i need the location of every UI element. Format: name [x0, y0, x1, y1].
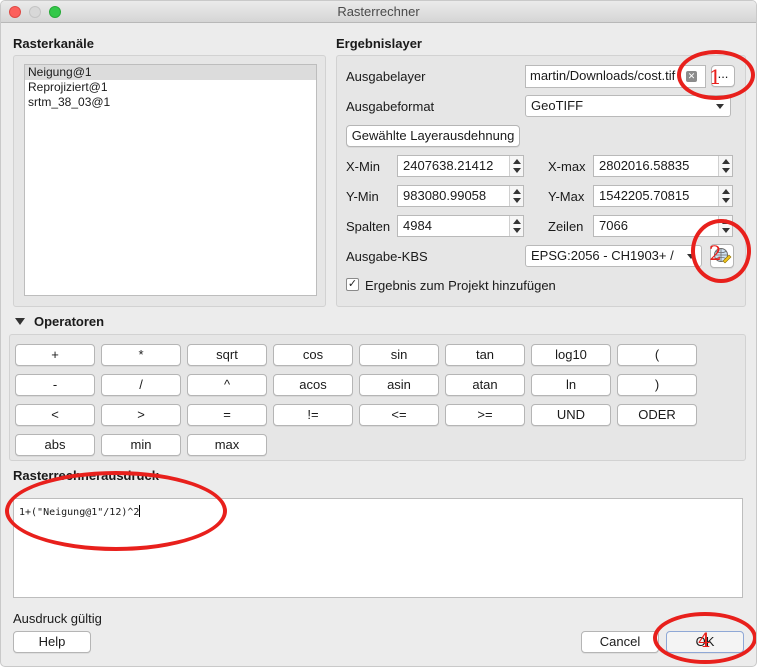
selected-layer-extent-button[interactable]: Gewählte Layerausdehnung [346, 125, 520, 147]
add-to-project-label: Ergebnis zum Projekt hinzufügen [365, 278, 556, 293]
operator-button[interactable]: ) [617, 374, 697, 396]
columns-value: 4984 [403, 218, 432, 233]
list-item[interactable]: srtm_38_03@1 [25, 95, 316, 110]
chevron-down-icon [716, 104, 724, 109]
xmax-spinbox[interactable]: 2802016.58835 [593, 155, 733, 177]
annotation-number-2: 2 [709, 241, 722, 265]
expression-status: Ausdruck gültig [13, 611, 102, 626]
operator-button[interactable]: abs [15, 434, 95, 456]
result-layer-heading: Ergebnislayer [336, 36, 422, 51]
output-crs-select[interactable]: EPSG:2056 - CH1903+ / [525, 245, 702, 267]
columns-spinbox[interactable]: 4984 [397, 215, 524, 237]
xmin-value: 2407638.21412 [403, 158, 494, 173]
operator-button[interactable]: ODER [617, 404, 697, 426]
operator-button[interactable]: sin [359, 344, 439, 366]
operator-button[interactable]: >= [445, 404, 525, 426]
operators-heading: Operatoren [34, 314, 105, 329]
help-button[interactable]: Help [13, 631, 91, 653]
operator-button[interactable]: min [101, 434, 181, 456]
output-crs-label: Ausgabe-KBS [346, 249, 428, 264]
annotation-number-4: 4 [698, 628, 711, 652]
spin-arrows-icon[interactable] [718, 156, 732, 176]
operator-button[interactable]: log10 [531, 344, 611, 366]
spin-arrows-icon[interactable] [509, 186, 523, 206]
operator-button[interactable]: acos [273, 374, 353, 396]
raster-bands-heading: Rasterkanäle [13, 36, 94, 51]
window-title: Rasterrechner [337, 4, 420, 19]
operator-button[interactable]: < [15, 404, 95, 426]
output-format-label: Ausgabeformat [346, 99, 435, 114]
operator-button[interactable]: * [101, 344, 181, 366]
ymax-value: 1542205.70815 [599, 188, 690, 203]
operator-button[interactable]: / [101, 374, 181, 396]
xmax-value: 2802016.58835 [599, 158, 690, 173]
title-bar: Rasterrechner [1, 1, 756, 23]
operator-button[interactable]: + [15, 344, 95, 366]
ymax-spinbox[interactable]: 1542205.70815 [593, 185, 733, 207]
operator-button[interactable]: max [187, 434, 267, 456]
operator-button[interactable]: atan [445, 374, 525, 396]
ymax-label: Y-Max [548, 189, 585, 204]
raster-bands-list[interactable]: Neigung@1 Reprojiziert@1 srtm_38_03@1 [24, 64, 317, 296]
annotation-circle-3 [5, 471, 227, 551]
operator-button[interactable]: ln [531, 374, 611, 396]
minimize-window-icon[interactable] [29, 6, 41, 18]
operator-button[interactable]: > [101, 404, 181, 426]
raster-calculator-window: Rasterrechner Rasterkanäle Neigung@1 Rep… [0, 0, 757, 667]
result-layer-panel [336, 55, 746, 307]
ymin-spinbox[interactable]: 983080.99058 [397, 185, 524, 207]
output-layer-label: Ausgabelayer [346, 69, 426, 84]
xmax-label: X-max [548, 159, 586, 174]
annotation-number-1: 1 [709, 65, 722, 89]
collapse-triangle-icon[interactable] [15, 318, 25, 325]
spin-arrows-icon[interactable] [718, 186, 732, 206]
output-format-select[interactable]: GeoTIFF [525, 95, 731, 117]
operator-button[interactable]: asin [359, 374, 439, 396]
cancel-button[interactable]: Cancel [581, 631, 659, 653]
ymin-value: 983080.99058 [403, 188, 487, 203]
list-item[interactable]: Neigung@1 [25, 65, 316, 80]
rows-value: 7066 [599, 218, 628, 233]
operator-button[interactable]: != [273, 404, 353, 426]
raster-bands-panel: Neigung@1 Reprojiziert@1 srtm_38_03@1 [13, 55, 326, 307]
operator-button[interactable]: ( [617, 344, 697, 366]
operator-button[interactable]: - [15, 374, 95, 396]
add-to-project-checkbox[interactable]: ✓ [346, 278, 359, 291]
rows-label: Zeilen [548, 219, 584, 234]
close-window-icon[interactable] [9, 6, 21, 18]
operator-button[interactable]: ^ [187, 374, 267, 396]
operator-button[interactable]: UND [531, 404, 611, 426]
xmin-spinbox[interactable]: 2407638.21412 [397, 155, 524, 177]
columns-label: Spalten [346, 219, 391, 234]
spin-arrows-icon[interactable] [509, 216, 523, 236]
zoom-window-icon[interactable] [49, 6, 61, 18]
list-item[interactable]: Reprojiziert@1 [25, 80, 316, 95]
output-format-value: GeoTIFF [531, 98, 584, 113]
operator-button[interactable]: sqrt [187, 344, 267, 366]
output-crs-value: EPSG:2056 - CH1903+ / [531, 248, 674, 263]
spin-arrows-icon[interactable] [509, 156, 523, 176]
ymin-label: Y-Min [346, 189, 379, 204]
xmin-label: X-Min [346, 159, 380, 174]
operator-button[interactable]: cos [273, 344, 353, 366]
operator-button[interactable]: = [187, 404, 267, 426]
operator-button[interactable]: tan [445, 344, 525, 366]
operator-button[interactable]: <= [359, 404, 439, 426]
